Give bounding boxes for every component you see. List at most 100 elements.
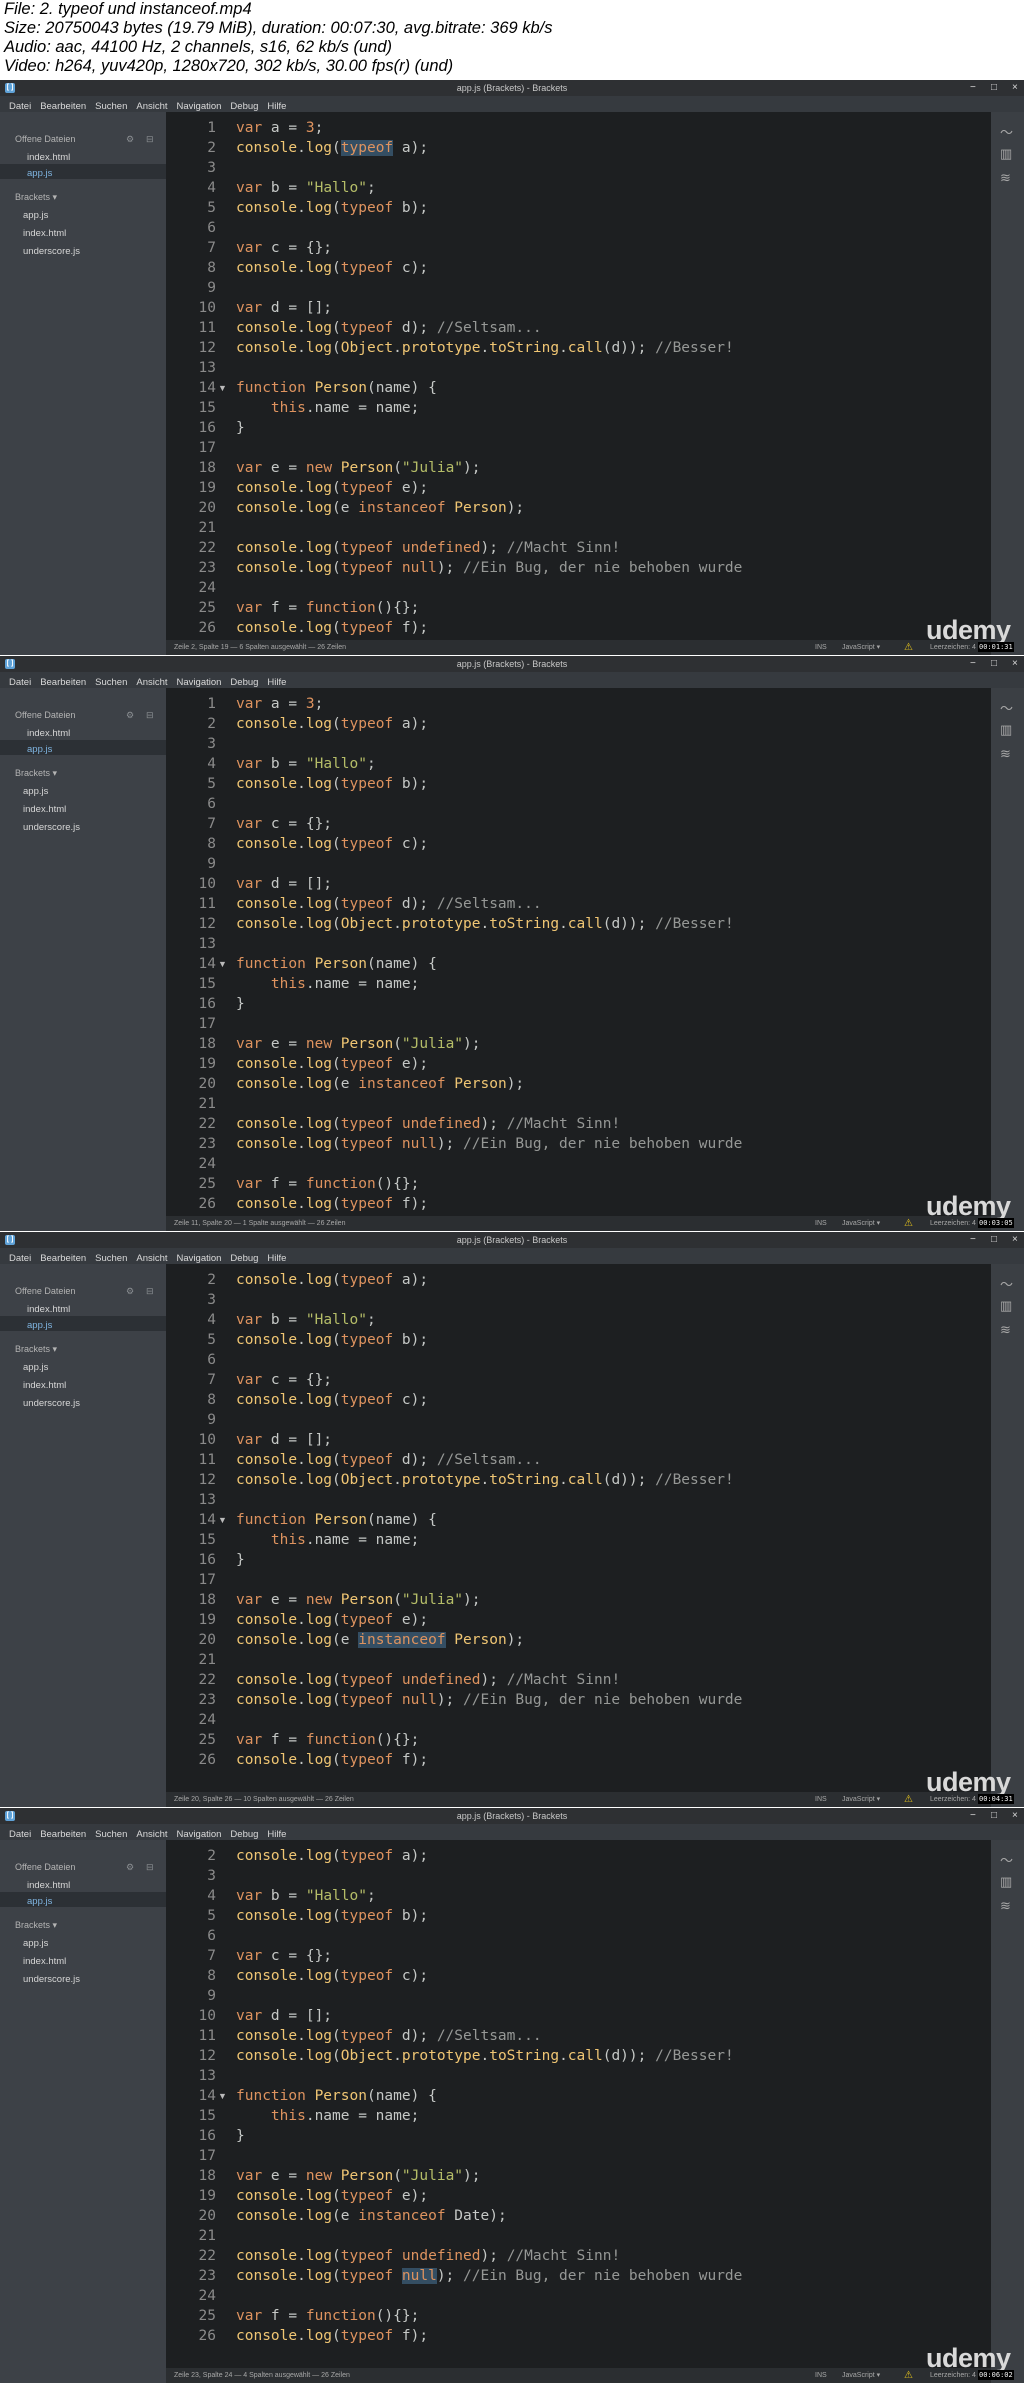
split-view-icon[interactable]: ⊟ <box>146 1286 154 1297</box>
live-preview-icon[interactable]: 〜 <box>1000 1850 1013 1869</box>
project-file-app-js[interactable]: app.js <box>23 1938 48 1949</box>
project-file-index-html[interactable]: index.html <box>23 228 66 239</box>
live-preview-icon[interactable]: 〜 <box>1000 1274 1013 1293</box>
line-number: 16 <box>198 420 216 436</box>
project-file-index-html[interactable]: index.html <box>23 1380 66 1391</box>
live-preview-icon[interactable]: 〜 <box>1000 698 1013 717</box>
project-file-underscore-js[interactable]: underscore.js <box>23 1398 80 1409</box>
language-selector[interactable]: JavaScript ▾ <box>842 1216 880 1231</box>
code-line: this.name = name; <box>270 976 420 992</box>
project-header[interactable]: Brackets ▾ <box>15 192 57 203</box>
live-preview-icon[interactable]: 〜 <box>1000 122 1013 141</box>
open-file-app-js[interactable]: app.js <box>27 1320 52 1331</box>
line-number: 5 <box>207 776 216 792</box>
audio-info: Audio: aac, 44100 Hz, 2 channels, s16, 6… <box>4 38 392 56</box>
open-file-app-js[interactable]: app.js <box>27 168 52 179</box>
open-file-app-js[interactable]: app.js <box>27 744 52 755</box>
code-editor[interactable]: 1 2 3 4 5 6 7 8 9 10 11 12 13 14 15 16 17 18 19 20 21 22 23 24 2… <box>166 688 991 1216</box>
project-file-underscore-js[interactable]: underscore.js <box>23 246 80 257</box>
code-line: console.log(e instanceof Person); <box>236 500 525 516</box>
line-number: 10 <box>198 2008 216 2024</box>
language-selector[interactable]: JavaScript ▾ <box>842 1792 880 1807</box>
code-editor[interactable]: 2 3 4 5 6 7 8 9 10 11 12 13 14 15 16 17 18 19 20 21 22 23 24 25… <box>166 1264 991 1792</box>
language-selector[interactable]: JavaScript ▾ <box>842 640 880 655</box>
maximize-icon[interactable]: □ <box>991 1232 997 1248</box>
project-file-app-js[interactable]: app.js <box>23 786 48 797</box>
code-line: console.log(typeof c); <box>236 836 429 852</box>
line-number: 8 <box>207 836 216 852</box>
open-file-index-html[interactable]: index.html <box>27 152 70 163</box>
layers-icon[interactable]: ≋ <box>1000 746 1011 762</box>
udemy-watermark: udemy <box>926 2343 1011 2373</box>
line-number: 4 <box>207 1888 216 1904</box>
project-file-index-html[interactable]: index.html <box>23 1956 66 1967</box>
project-file-app-js[interactable]: app.js <box>23 1362 48 1373</box>
close-icon[interactable]: × <box>1012 80 1018 96</box>
line-number: 25 <box>198 1176 216 1192</box>
close-icon[interactable]: × <box>1012 656 1018 672</box>
gear-icon[interactable]: ⚙ <box>126 134 134 145</box>
project-header[interactable]: Brackets ▾ <box>15 1344 57 1355</box>
line-number: 8 <box>207 260 216 276</box>
title-bar: [ ] app.js (Brackets) - Brackets − □ × <box>0 1232 1024 1248</box>
code-line: console.log(e instanceof Person); <box>236 1632 525 1648</box>
line-number-gutter: 2 3 4 5 6 7 8 9 10 11 12 13 14 15 16 17 18 19 20 21 22 23 24 25… <box>166 1264 216 1792</box>
minimize-icon[interactable]: − <box>970 80 976 96</box>
close-icon[interactable]: × <box>1012 1808 1018 1824</box>
project-header[interactable]: Brackets ▾ <box>15 1920 57 1931</box>
open-files-header: Offene Dateien <box>15 1286 76 1296</box>
project-file-underscore-js[interactable]: underscore.js <box>23 822 80 833</box>
split-view-icon[interactable]: ⊟ <box>146 1862 154 1873</box>
open-file-app-js[interactable]: app.js <box>27 1896 52 1907</box>
line-number: 19 <box>198 480 216 496</box>
maximize-icon[interactable]: □ <box>991 1808 997 1824</box>
video-timestamp: 00:06:02 <box>978 2370 1014 2380</box>
gear-icon[interactable]: ⚙ <box>126 710 134 721</box>
layers-icon[interactable]: ≋ <box>1000 1898 1011 1914</box>
fold-arrow-icon[interactable]: ▼ <box>218 383 227 393</box>
toolbar-rail: 〜 ▥ ≋ <box>991 112 1024 655</box>
fold-arrow-icon[interactable]: ▼ <box>218 959 227 969</box>
code-editor[interactable]: 2 3 4 5 6 7 8 9 10 11 12 13 14 15 16 17 18 19 20 21 22 23 24 25… <box>166 1840 991 2368</box>
line-number: 16 <box>198 996 216 1012</box>
gear-icon[interactable]: ⚙ <box>126 1286 134 1297</box>
warning-icon[interactable]: ⚠ <box>904 1792 913 1807</box>
minimize-icon[interactable]: − <box>970 1232 976 1248</box>
project-file-underscore-js[interactable]: underscore.js <box>23 1974 80 1985</box>
gear-icon[interactable]: ⚙ <box>126 1862 134 1873</box>
fold-arrow-icon[interactable]: ▼ <box>218 1515 227 1525</box>
open-file-index-html[interactable]: index.html <box>27 1880 70 1891</box>
close-icon[interactable]: × <box>1012 1232 1018 1248</box>
fold-arrow-icon[interactable]: ▼ <box>218 2091 227 2101</box>
open-file-index-html[interactable]: index.html <box>27 728 70 739</box>
project-file-app-js[interactable]: app.js <box>23 210 48 221</box>
title-bar: [ ] app.js (Brackets) - Brackets − □ × <box>0 80 1024 96</box>
extension-manager-icon[interactable]: ▥ <box>1000 146 1012 162</box>
ins-mode[interactable]: INS <box>815 640 827 655</box>
layers-icon[interactable]: ≋ <box>1000 170 1011 186</box>
split-view-icon[interactable]: ⊟ <box>146 134 154 145</box>
line-number: 13 <box>198 1492 216 1508</box>
warning-icon[interactable]: ⚠ <box>904 1216 913 1231</box>
minimize-icon[interactable]: − <box>970 656 976 672</box>
warning-icon[interactable]: ⚠ <box>904 640 913 655</box>
cursor-status: Zeile 20, Spalte 26 — 10 Spalten ausgewä… <box>174 1796 354 1803</box>
split-view-icon[interactable]: ⊟ <box>146 710 154 721</box>
extension-manager-icon[interactable]: ▥ <box>1000 1298 1012 1314</box>
maximize-icon[interactable]: □ <box>991 80 997 96</box>
code-line: this.name = name; <box>270 1532 420 1548</box>
project-header[interactable]: Brackets ▾ <box>15 768 57 779</box>
video-info-header: File: 2. typeof und instanceof.mp4 Size:… <box>0 0 1024 80</box>
project-file-index-html[interactable]: index.html <box>23 804 66 815</box>
line-number: 4 <box>207 180 216 196</box>
layers-icon[interactable]: ≋ <box>1000 1322 1011 1338</box>
maximize-icon[interactable]: □ <box>991 656 997 672</box>
ins-mode[interactable]: INS <box>815 1792 827 1807</box>
open-file-index-html[interactable]: index.html <box>27 1304 70 1315</box>
extension-manager-icon[interactable]: ▥ <box>1000 1874 1012 1890</box>
code-editor[interactable]: 1 2 3 4 5 6 7 8 9 10 11 12 13 14 15 16 17 18 19 20 21 22 23 24 2… <box>166 112 991 640</box>
ins-mode[interactable]: INS <box>815 1216 827 1231</box>
minimize-icon[interactable]: − <box>970 1808 976 1824</box>
extension-manager-icon[interactable]: ▥ <box>1000 722 1012 738</box>
code-line: var f = function(){}; <box>236 2308 420 2324</box>
